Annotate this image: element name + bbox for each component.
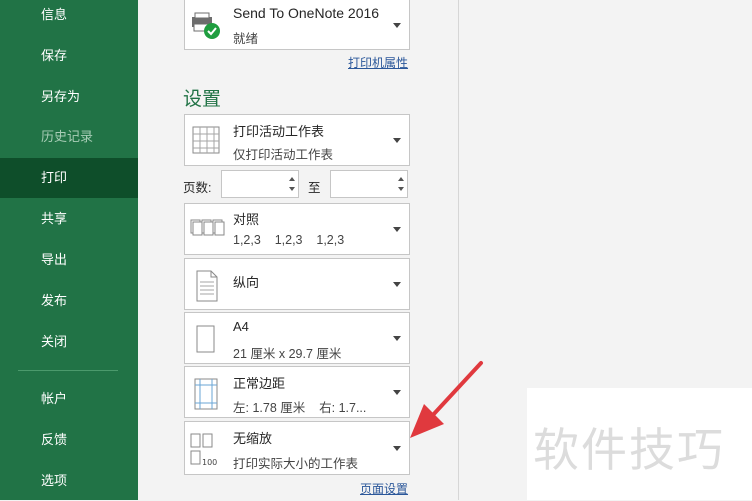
sidebar-item-print[interactable]: 打印: [0, 158, 138, 198]
chevron-down-icon: [393, 138, 401, 143]
print-settings-panel: Send To OneNote 2016 就绪 打印机属性 设置 打印活动工作表…: [138, 0, 458, 500]
settings-heading: 设置: [183, 89, 222, 110]
pages-label: 页数:: [183, 181, 212, 195]
chevron-down-icon: [393, 227, 401, 232]
sidebar-item-history[interactable]: 历史记录: [0, 117, 138, 157]
pages-to-input[interactable]: [330, 170, 408, 198]
paper-size-title: A4: [233, 319, 249, 334]
sidebar-item-account[interactable]: 帐户: [0, 379, 138, 419]
collated-pages-icon: [189, 214, 225, 250]
no-scaling-icon: 100: [189, 430, 225, 467]
chevron-down-icon: [393, 23, 401, 28]
spin-up-icon[interactable]: [398, 177, 404, 181]
collation-subtitle: 1,2,3 1,2,3 1,2,3: [233, 233, 345, 247]
portrait-page-icon: [189, 268, 225, 304]
printer-status: 就绪: [233, 32, 259, 46]
spin-down-icon[interactable]: [398, 187, 404, 191]
svg-text:100: 100: [202, 458, 217, 467]
chevron-down-icon: [393, 390, 401, 395]
paper-size-dropdown[interactable]: A4 21 厘米 x 29.7 厘米: [184, 312, 410, 364]
spin-down-icon[interactable]: [289, 187, 295, 191]
sidebar-item-save-as[interactable]: 另存为: [0, 77, 138, 117]
printer-name: Send To OneNote 2016: [233, 5, 380, 21]
print-what-dropdown[interactable]: 打印活动工作表 仅打印活动工作表: [184, 114, 410, 166]
sidebar-item-info[interactable]: 信息: [0, 0, 138, 35]
print-what-subtitle: 仅打印活动工作表: [233, 148, 334, 162]
sidebar-item-export[interactable]: 导出: [0, 240, 138, 280]
orientation-title: 纵向: [233, 275, 260, 290]
sidebar-item-options[interactable]: 选项: [0, 461, 138, 501]
chevron-down-icon: [393, 446, 401, 451]
scaling-subtitle: 打印实际大小的工作表: [233, 457, 359, 471]
scaling-dropdown[interactable]: 100 无缩放 打印实际大小的工作表: [184, 421, 410, 475]
margins-subtitle: 左: 1.78 厘米 右: 1.7...: [233, 401, 367, 415]
sidebar-item-publish[interactable]: 发布: [0, 281, 138, 321]
collation-title: 对照: [233, 212, 260, 227]
collation-dropdown[interactable]: 对照 1,2,3 1,2,3 1,2,3: [184, 203, 410, 255]
margins-title: 正常边距: [233, 376, 286, 391]
pages-to-label: 至: [308, 181, 321, 195]
spin-up-icon[interactable]: [289, 177, 295, 181]
sidebar-divider: [18, 370, 118, 371]
printer-ready-icon: [189, 9, 225, 45]
print-preview-area: 软件技巧: [459, 0, 752, 500]
sidebar-item-share[interactable]: 共享: [0, 199, 138, 239]
pages-from-input[interactable]: [221, 170, 299, 198]
backstage-sidebar: 信息 保存 另存为 历史记录 打印 共享 导出 发布 关闭 帐户 反馈 选项: [0, 0, 138, 500]
paper-size-icon: [189, 322, 225, 358]
page-setup-link[interactable]: 页面设置: [360, 480, 408, 497]
sidebar-item-close[interactable]: 关闭: [0, 322, 138, 362]
print-what-title: 打印活动工作表: [233, 124, 325, 139]
watermark-text: 软件技巧: [533, 423, 725, 477]
printer-dropdown[interactable]: Send To OneNote 2016 就绪: [184, 0, 410, 50]
sidebar-item-feedback[interactable]: 反馈: [0, 420, 138, 460]
scaling-title: 无缩放: [233, 431, 273, 446]
sidebar-item-save[interactable]: 保存: [0, 36, 138, 76]
printer-properties-link[interactable]: 打印机属性: [348, 54, 408, 71]
worksheet-grid-icon: [189, 123, 225, 159]
orientation-dropdown[interactable]: 纵向: [184, 258, 410, 310]
chevron-down-icon: [393, 282, 401, 287]
chevron-down-icon: [393, 336, 401, 341]
margins-dropdown[interactable]: 正常边距 左: 1.78 厘米 右: 1.7...: [184, 366, 410, 418]
margins-icon: [189, 376, 225, 412]
paper-size-subtitle: 21 厘米 x 29.7 厘米: [233, 347, 342, 361]
